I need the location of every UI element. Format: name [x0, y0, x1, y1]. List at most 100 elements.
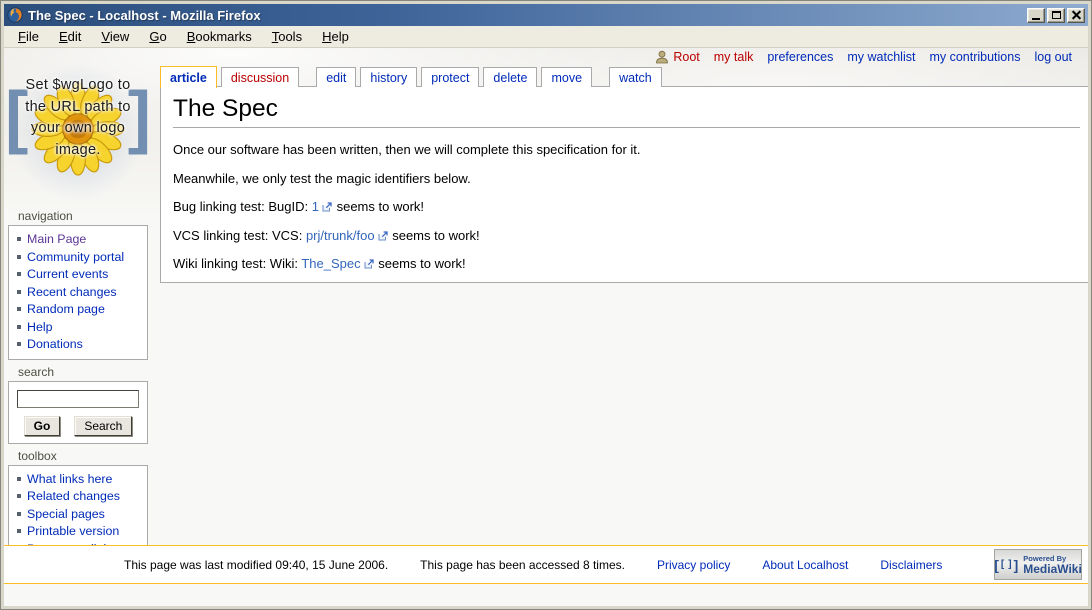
nav-item-main-page: Main Page [12, 231, 145, 249]
search-button[interactable]: Search [74, 416, 132, 436]
community-portal-link[interactable]: Community portal [27, 250, 124, 264]
paragraph: Meanwhile, we only test the magic identi… [173, 171, 1080, 187]
menu-go[interactable]: Go [139, 27, 176, 46]
close-button[interactable] [1067, 8, 1085, 23]
my-contributions-link[interactable]: my contributions [929, 50, 1020, 64]
tab-edit[interactable]: edit [316, 67, 356, 87]
wiki-test-suffix: seems to work! [375, 256, 466, 271]
vcs-link-test-line: VCS linking test: VCS: prj/trunk/foo see… [173, 228, 1080, 244]
menu-file[interactable]: File [8, 27, 49, 46]
nav-item-random-page: Random page [12, 301, 145, 319]
preferences-link[interactable]: preferences [767, 50, 833, 64]
disclaimers-link[interactable]: Disclaimers [880, 558, 942, 572]
user-icon [655, 50, 669, 64]
bullet-icon [17, 255, 21, 259]
bracket-left-inner-icon: [ [1001, 558, 1004, 572]
recent-changes-link[interactable]: Recent changes [27, 285, 117, 299]
logout-link[interactable]: log out [1034, 50, 1072, 64]
paragraph: Once our software has been written, then… [173, 142, 1080, 158]
search-portlet: Go Search [8, 381, 148, 444]
page-footer: This page was last modified 09:40, 15 Ju… [4, 545, 1088, 584]
search-label: search [18, 365, 148, 379]
external-link-icon [322, 202, 332, 212]
menu-help[interactable]: Help [312, 27, 359, 46]
toolbox-label: toolbox [18, 449, 148, 463]
navigation-label: navigation [18, 209, 148, 223]
access-count-text: This page has been accessed 8 times. [420, 558, 625, 572]
wiki-test-prefix: Wiki linking test: Wiki: [173, 256, 301, 271]
what-links-here-link[interactable]: What links here [27, 472, 112, 486]
bug-test-prefix: Bug linking test: BugID: [173, 199, 312, 214]
bullet-icon [17, 272, 21, 276]
page-tabs: article discussion edit history protect … [160, 65, 666, 87]
vcs-test-suffix: seems to work! [389, 228, 480, 243]
page-title: The Spec [173, 95, 1080, 128]
menu-edit[interactable]: Edit [49, 27, 91, 46]
help-link[interactable]: Help [27, 320, 52, 334]
bullet-icon [17, 494, 21, 498]
menu-tools[interactable]: Tools [262, 27, 312, 46]
powered-by-mediawiki-badge[interactable]: [[ ]] Powered By MediaWiki [994, 549, 1082, 580]
article-content: The Spec Once our software has been writ… [160, 86, 1088, 283]
bullet-icon [17, 477, 21, 481]
vcs-test-prefix: VCS linking test: VCS: [173, 228, 306, 243]
special-pages-link[interactable]: Special pages [27, 507, 105, 521]
maximize-icon [1052, 11, 1061, 19]
nav-item-recent-changes: Recent changes [12, 284, 145, 302]
external-link-icon [378, 231, 388, 241]
bullet-icon [17, 512, 21, 516]
related-changes-link[interactable]: Related changes [27, 489, 120, 503]
vcs-link[interactable]: prj/trunk/foo [306, 228, 375, 243]
nav-item-donations: Donations [12, 336, 145, 354]
bullet-icon [17, 307, 21, 311]
search-input[interactable] [17, 390, 139, 408]
go-button[interactable]: Go [24, 416, 61, 436]
toolbox-item-special-pages: Special pages [12, 506, 145, 524]
menu-bookmarks[interactable]: Bookmarks [177, 27, 262, 46]
tab-move[interactable]: move [541, 67, 592, 87]
donations-link[interactable]: Donations [27, 337, 83, 351]
bullet-icon [17, 529, 21, 533]
my-watchlist-link[interactable]: my watchlist [847, 50, 915, 64]
bracket-right-icon: ] [1014, 558, 1019, 572]
mediawiki-text: MediaWiki [1023, 563, 1082, 575]
nav-item-current-events: Current events [12, 266, 145, 284]
tab-watch[interactable]: watch [609, 67, 662, 87]
browser-window: The Spec - Localhost - Mozilla Firefox F… [0, 0, 1092, 610]
privacy-policy-link[interactable]: Privacy policy [657, 558, 730, 572]
maximize-button[interactable] [1047, 8, 1065, 23]
bracket-right-inner-icon: ] [1008, 558, 1011, 572]
minimize-button[interactable] [1027, 8, 1045, 23]
window-title: The Spec - Localhost - Mozilla Firefox [28, 8, 1027, 23]
tab-delete[interactable]: delete [483, 67, 537, 87]
user-page-link[interactable]: Root [673, 50, 699, 64]
printable-version-link[interactable]: Printable version [27, 524, 119, 538]
tab-protect[interactable]: protect [421, 67, 479, 87]
wiki-logo[interactable]: [ ] Set $wgLogo to the URL path to your … [8, 54, 148, 204]
about-link[interactable]: About Localhost [762, 558, 848, 572]
tab-article[interactable]: article [160, 66, 217, 88]
window-titlebar[interactable]: The Spec - Localhost - Mozilla Firefox [4, 4, 1088, 26]
bug-test-suffix: seems to work! [333, 199, 424, 214]
main-page-link[interactable]: Main Page [27, 232, 86, 246]
wiki-link[interactable]: The_Spec [301, 256, 360, 271]
firefox-icon [7, 7, 23, 23]
wiki-link-test-line: Wiki linking test: Wiki: The_Spec seems … [173, 256, 1080, 272]
sidebar: [ ] Set $wgLogo to the URL path to your … [8, 48, 148, 564]
tab-history[interactable]: history [360, 67, 417, 87]
bullet-icon [17, 342, 21, 346]
navigation-portlet: Main Page Community portal Current event… [8, 225, 148, 360]
toolbox-item-related-changes: Related changes [12, 488, 145, 506]
current-events-link[interactable]: Current events [27, 267, 108, 281]
tab-discussion[interactable]: discussion [221, 67, 299, 87]
my-talk-link[interactable]: my talk [714, 50, 754, 64]
menu-view[interactable]: View [91, 27, 139, 46]
random-page-link[interactable]: Random page [27, 302, 105, 316]
minimize-icon [1032, 18, 1040, 20]
bug-link-test-line: Bug linking test: BugID: 1 seems to work… [173, 199, 1080, 215]
personal-bar: Root my talk preferences my watchlist my… [655, 50, 1072, 64]
toolbox-item-what-links-here: What links here [12, 471, 145, 489]
bracket-left-icon: [ [994, 558, 999, 572]
bullet-icon [17, 290, 21, 294]
bug-link[interactable]: 1 [312, 199, 319, 214]
